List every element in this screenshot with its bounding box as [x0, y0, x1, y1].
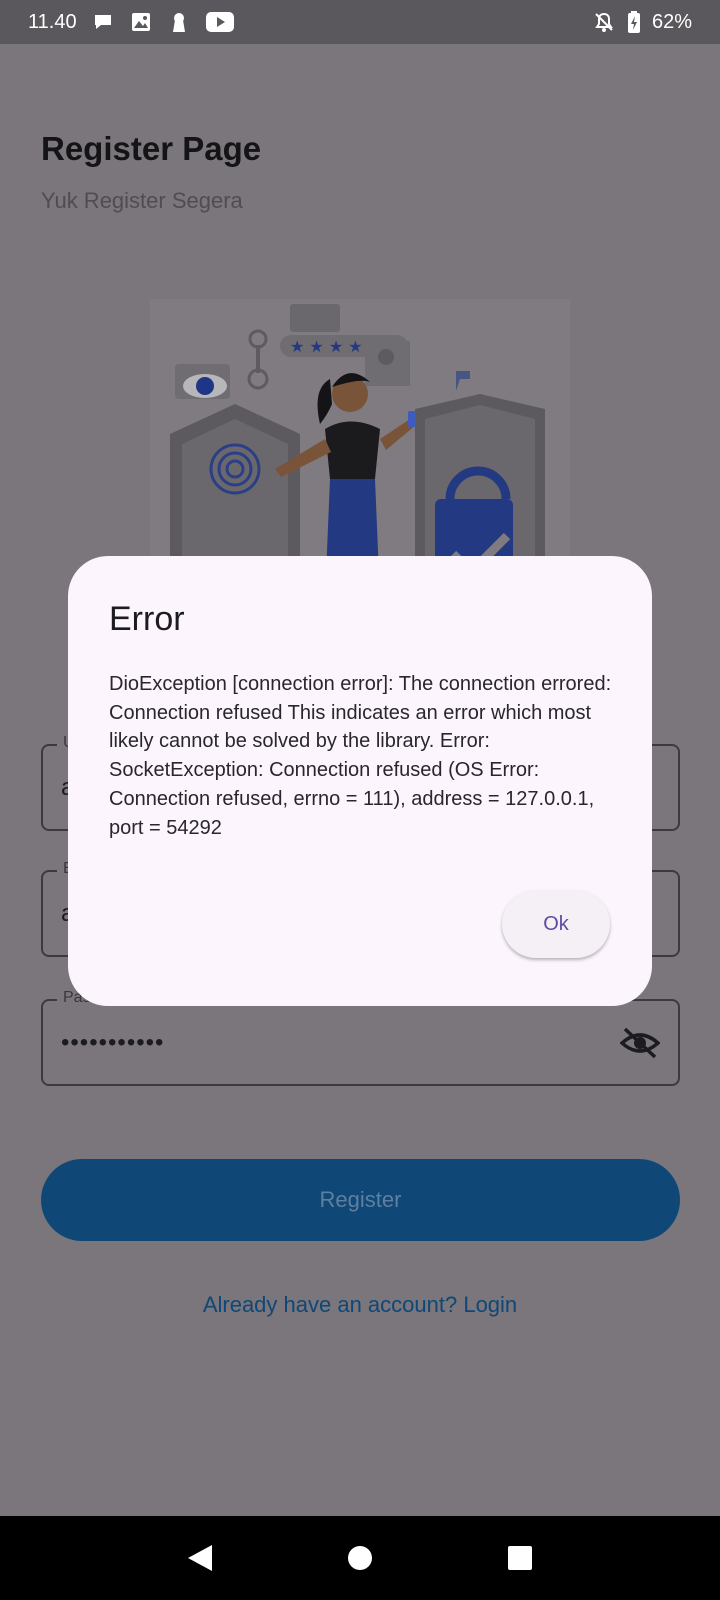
battery-percentage: 62%: [651, 10, 692, 33]
register-button[interactable]: Register: [41, 1159, 680, 1241]
status-bar: 11.40 62%: [0, 0, 720, 44]
password-field-value: •••••••••••: [61, 1029, 165, 1056]
svg-text:★ ★ ★ ★: ★ ★ ★ ★: [290, 337, 363, 356]
back-icon[interactable]: [180, 1538, 220, 1578]
security-illustration: ★ ★ ★ ★: [150, 299, 570, 599]
navigation-bar: [0, 1516, 720, 1600]
status-bar-right: 62%: [592, 10, 692, 34]
photo-icon: [129, 10, 153, 34]
visibility-off-icon[interactable]: [619, 1025, 661, 1061]
dialog-title: Error: [109, 600, 185, 638]
bell-off-icon: [592, 10, 616, 34]
battery-charging-icon: [626, 10, 642, 34]
page-subtitle: Yuk Register Segera: [41, 188, 243, 213]
keyhole-icon: [167, 10, 191, 34]
chat-bubble-icon: [91, 10, 115, 34]
ok-button[interactable]: Ok: [502, 890, 610, 958]
youtube-icon: [205, 10, 235, 34]
password-field[interactable]: Password •••••••••••: [41, 989, 680, 1086]
recents-icon[interactable]: [500, 1538, 540, 1578]
page-title: Register Page: [41, 130, 262, 167]
error-dialog: Error DioException [connection error]: T…: [68, 556, 652, 1006]
login-link[interactable]: Already have an account? Login: [0, 1292, 720, 1318]
home-icon[interactable]: [340, 1538, 380, 1578]
status-bar-left: 11.40: [28, 10, 235, 34]
status-time: 11.40: [28, 10, 77, 33]
dialog-message: DioException [connection error]: The con…: [109, 673, 612, 839]
